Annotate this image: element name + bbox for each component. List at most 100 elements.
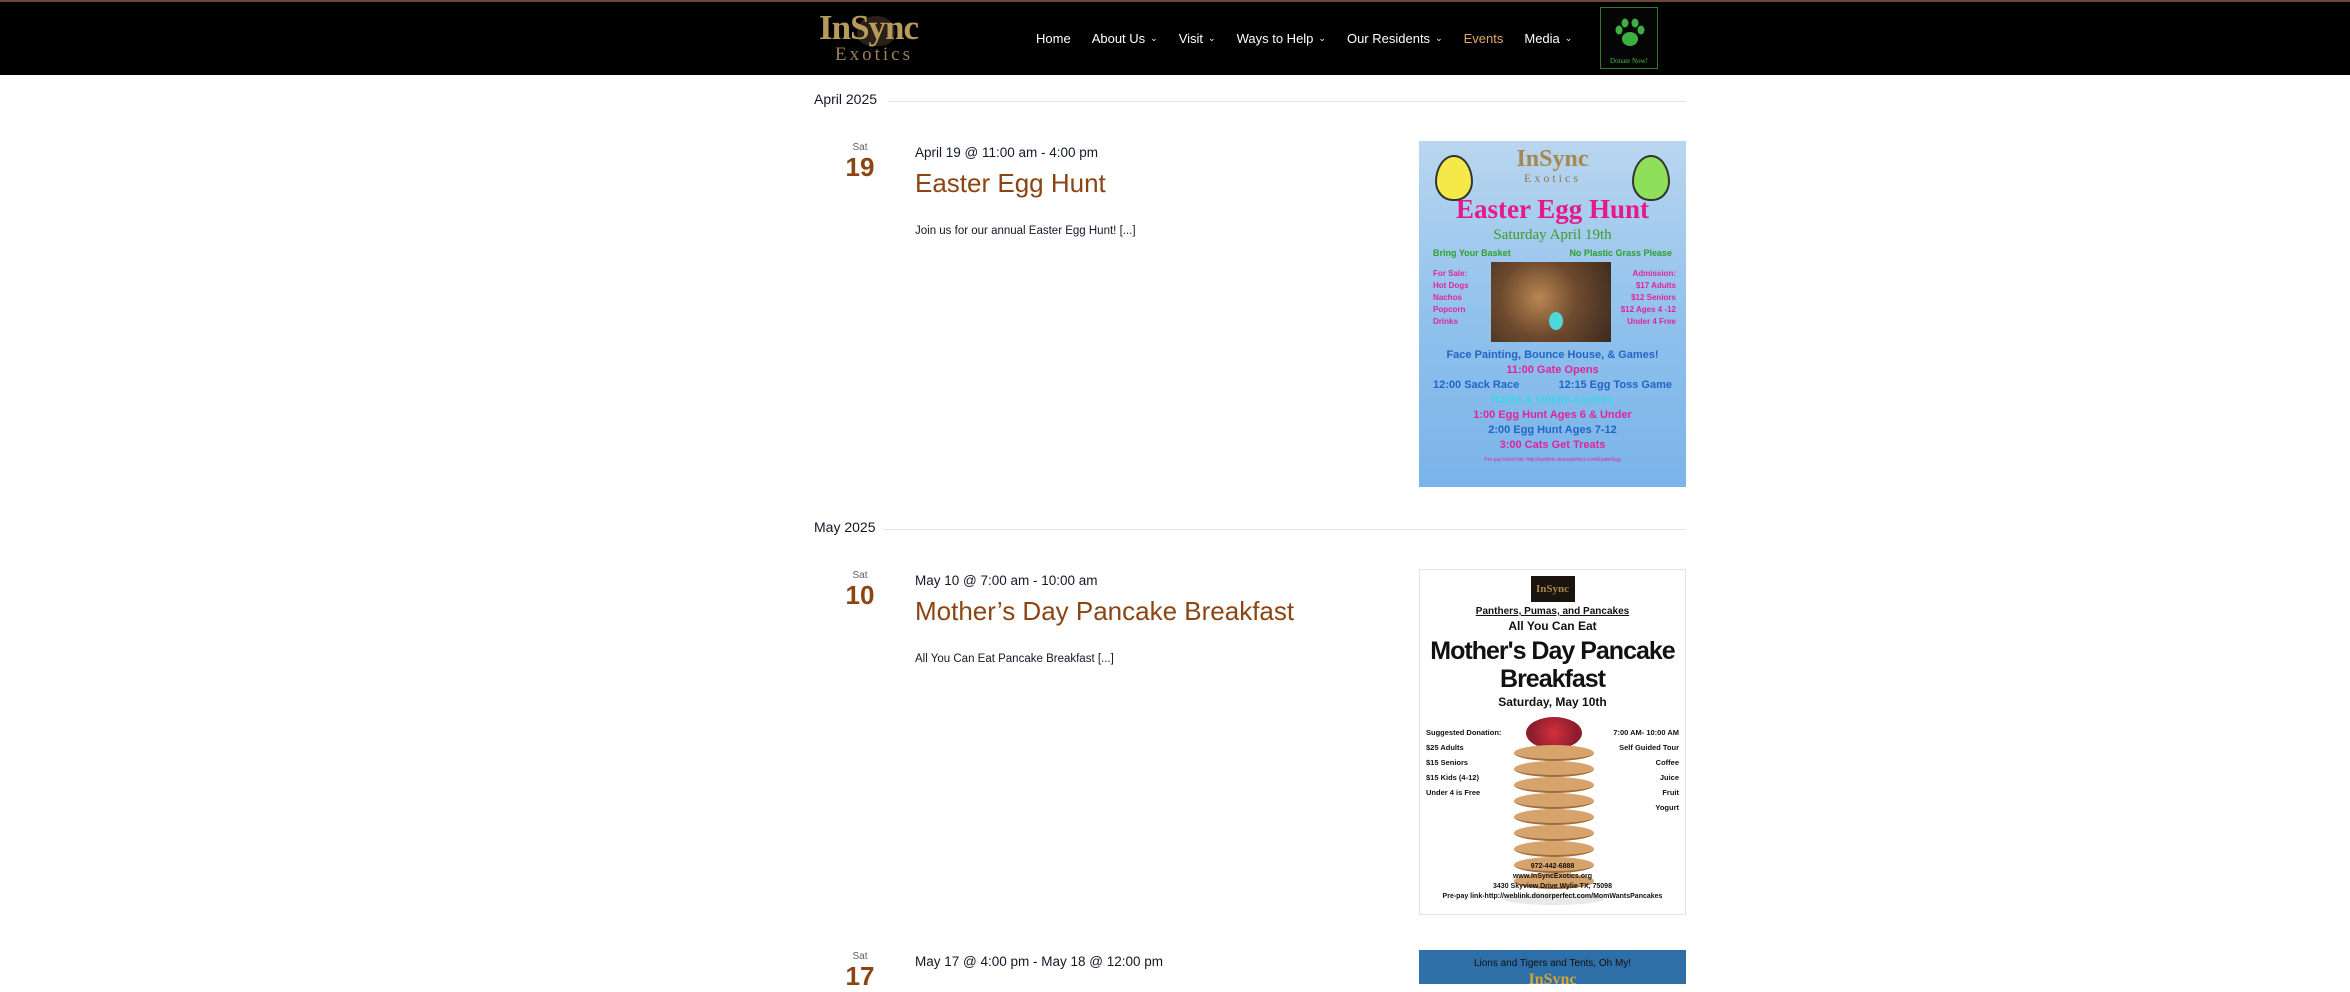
chevron-down-icon: ⌄ [1435,32,1443,43]
month-divider [888,101,1686,102]
poster-donation-list: Suggested Donation: $25 Adults $15 Senio… [1426,725,1501,800]
poster-line: 11:00 Gate Opens [1506,364,1599,376]
poster-admission-line: Under 4 Free [1627,317,1676,326]
event-datetime: May 10 @ 7:00 am - 10:00 am [915,573,1098,588]
chevron-down-icon: ⌄ [1318,32,1326,43]
nav-visit[interactable]: Visit ⌄ [1179,31,1216,46]
poster-donation-line: Under 4 is Free [1426,788,1481,797]
poster-footnote: Pre-pay ticket link: http://weblink.dono… [1484,457,1621,463]
poster-date: Saturday April 19th [1493,227,1612,243]
poster-tagline: Lions and Tigers and Tents, Oh My! [1473,958,1632,969]
poster-note-right: No Plastic Grass Please [1569,248,1672,258]
nav-home[interactable]: Home [1036,31,1071,46]
poster-donation-line: Suggested Donation: [1426,728,1502,737]
easter-egg-graphic [1435,155,1473,201]
event-time-separator: - [1029,954,1042,969]
poster-includes-line: Coffee [1655,758,1679,767]
poster-admission-line: Admission: [1632,269,1676,278]
poster-includes-line: Self Guided Tour [1619,743,1679,752]
poster-title: Mother's Day Pancake Breakfast [1430,637,1675,693]
poster-line: 12:15 Egg Toss Game [1558,379,1672,391]
site-header: InSync Exotics Home About Us ⌄ Visit ⌄ W… [0,0,2350,75]
event-start: May 10 @ 7:00 am [915,573,1030,588]
poster-date: Saturday, May 10th [1498,695,1607,709]
poster-admission-line: $12 Ages 4 -12 [1620,305,1676,314]
poster-admission-line: $17 Adults [1635,281,1676,290]
poster-line: Raffle & Online Auction [1491,394,1614,406]
poster-subtitle: All You Can Eat [1508,619,1597,633]
poster-donation-line: $15 Kids (4-12) [1426,773,1479,782]
poster-line: 12:00 Sack Race [1433,379,1520,391]
easter-egg-graphic [1632,155,1670,201]
poster-contact-line: Pre-pay link-http://weblink.donorperfect… [1442,893,1663,900]
poster-donation-line: $25 Adults [1426,743,1464,752]
nav-label: Ways to Help [1236,30,1314,46]
month-separator: April 2025 [814,91,1686,111]
nav-ways-to-help[interactable]: Ways to Help ⌄ [1237,31,1326,46]
event-description: All You Can Eat Pancake Breakfast [...] [915,653,1114,665]
site-logo[interactable]: InSync Exotics [813,6,933,70]
poster-contact: 972-442-6888 www.InSyncExotics.org 3430 … [1420,862,1685,902]
main-nav: Home About Us ⌄ Visit ⌄ Ways to Help ⌄ O… [1036,2,1593,74]
poster-note-left: Bring Your Basket [1433,248,1511,258]
event-start: April 19 @ 11:00 am [915,145,1038,160]
logo-text: InSync [819,8,919,47]
event-time-separator: - [1037,145,1050,160]
month-label: May 2025 [814,519,876,535]
poster-contact-line: 3430 Skyview Drive Wylie TX, 75098 [1493,883,1612,890]
poster-details: Suggested Donation: $25 Adults $15 Senio… [1420,717,1685,905]
event-end: 4:00 pm [1049,145,1099,160]
poster-line: 2:00 Egg Hunt Ages 7-12 [1488,424,1617,436]
poster-logo: InSync [1530,576,1575,602]
chevron-down-icon: ⌄ [1564,32,1573,43]
blue-egg-graphic [1549,312,1563,330]
poster-logo: InSync [1528,971,1577,984]
poster-middle: For Sale: Hot Dogs Nachos Popcorn Drinks… [1419,262,1686,346]
donate-button[interactable]: Donate Now! [1600,7,1658,69]
nav-events[interactable]: Events [1464,31,1504,46]
poster-schedule-row: 12:00 Sack Race 12:15 Egg Toss Game [1419,379,1686,391]
nav-label: Visit [1178,30,1204,46]
poster-line: 3:00 Cats Get Treats [1499,439,1606,451]
event-start: May 17 @ 4:00 pm [915,954,1030,969]
poster-includes-line: Fruit [1662,788,1679,797]
event-title-link[interactable]: Mother’s Day Pancake Breakfast [915,596,1294,627]
poster-food-line: Drinks [1433,317,1458,326]
poster-line: Face Painting, Bounce House, & Games! [1446,349,1659,361]
poster-food-line: Popcorn [1433,305,1466,314]
event-poster-easter[interactable]: InSync Exotics Easter Egg Hunt Saturday … [1419,141,1686,487]
event-end: 10:00 am [1041,573,1098,588]
month-separator: May 2025 [814,519,1686,539]
event-datetime: May 17 @ 4:00 pm - May 18 @ 12:00 pm [915,954,1163,969]
poster-tiger-photo [1491,262,1611,342]
poster-food-line: Nachos [1433,293,1462,302]
poster-line: 1:00 Egg Hunt Ages 6 & Under [1473,409,1632,421]
event-poster-tents[interactable]: Lions and Tigers and Tents, Oh My! InSyn… [1419,950,1686,984]
nav-about-us[interactable]: About Us ⌄ [1092,31,1158,46]
poster-notes: Bring Your Basket No Plastic Grass Pleas… [1419,248,1686,258]
poster-includes-line: 7:00 AM- 10:00 AM [1613,728,1679,737]
nav-media[interactable]: Media ⌄ [1524,31,1572,46]
nav-label: Our Residents [1346,30,1431,46]
poster-food-line: For Sale: [1433,269,1468,278]
chevron-down-icon: ⌄ [1150,32,1158,43]
event-day-number: 19 [845,152,875,182]
paw-icon [1615,18,1645,46]
event-description: Join us for our annual Easter Egg Hunt! … [915,225,1136,237]
poster-admission-list: Admission: $17 Adults $12 Seniors $12 Ag… [1621,268,1676,328]
month-label: April 2025 [814,91,878,107]
poster-admission-line: $12 Seniors [1631,293,1676,302]
poster-food-list: For Sale: Hot Dogs Nachos Popcorn Drinks [1433,268,1469,328]
month-divider [883,529,1686,530]
poster-contact-line: 972-442-6888 [1530,863,1575,870]
logo-subtext: Exotics [835,44,913,65]
poster-includes-list: 7:00 AM- 10:00 AM Self Guided Tour Coffe… [1613,725,1679,815]
event-title-link[interactable]: Easter Egg Hunt [915,168,1106,199]
event-end: May 18 @ 12:00 pm [1041,954,1164,969]
event-day-number: 17 [845,961,875,991]
nav-label: Media [1524,30,1560,46]
nav-label: Events [1463,30,1504,46]
nav-our-residents[interactable]: Our Residents ⌄ [1347,31,1443,46]
poster-contact-line: www.InSyncExotics.org [1512,873,1593,880]
event-poster-pancake[interactable]: InSync Panthers, Pumas, and Pancakes All… [1419,569,1686,915]
